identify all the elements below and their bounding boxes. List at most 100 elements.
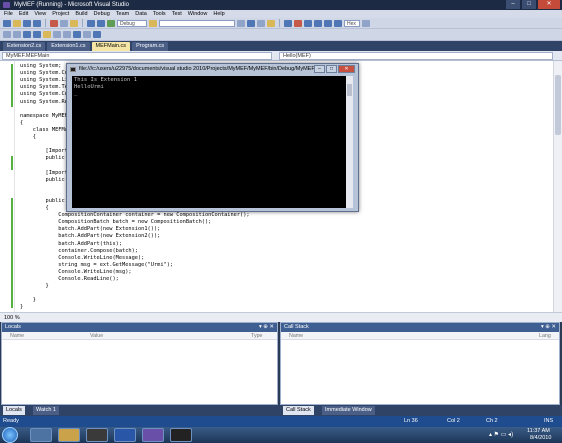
tab-extension1[interactable]: Extension1.cs bbox=[47, 42, 90, 51]
code-line: container.Compose(batch); bbox=[20, 247, 138, 254]
code-line: using System.Re bbox=[20, 98, 68, 105]
maximize-button[interactable]: □ bbox=[522, 0, 536, 9]
tab-locals[interactable]: Locals bbox=[3, 406, 25, 415]
cut-icon[interactable] bbox=[50, 19, 58, 27]
start-debug-icon[interactable] bbox=[107, 19, 115, 27]
show-threads-icon[interactable] bbox=[83, 31, 91, 38]
copy-icon[interactable] bbox=[60, 19, 68, 27]
indent-icon[interactable] bbox=[23, 31, 31, 38]
config-dropdown[interactable]: Debug bbox=[117, 19, 147, 27]
solution-explorer-icon[interactable] bbox=[247, 19, 255, 27]
step-out-icon[interactable] bbox=[334, 19, 342, 27]
comment-icon[interactable] bbox=[3, 31, 11, 38]
tab-extension2[interactable]: Extension2.cs bbox=[3, 42, 46, 51]
menu-build[interactable]: Build bbox=[75, 11, 87, 17]
code-line: CompositionContainer container = new Com… bbox=[20, 212, 250, 219]
prev-bookmark-icon[interactable] bbox=[53, 31, 61, 38]
new-project-icon[interactable] bbox=[3, 19, 11, 27]
code-line: using System.Te bbox=[20, 84, 68, 91]
status-line: Ln 36 bbox=[404, 418, 418, 424]
ie-taskbar-icon[interactable] bbox=[30, 428, 52, 442]
paste-icon[interactable] bbox=[70, 19, 78, 27]
code-line: } bbox=[20, 297, 36, 304]
code-line: [Import bbox=[20, 148, 68, 155]
col-name[interactable]: Name bbox=[289, 332, 303, 340]
standard-toolbar: Debug Hex bbox=[0, 18, 562, 29]
code-line: namespace MyMEF bbox=[20, 112, 68, 119]
console-minimize-button[interactable]: – bbox=[314, 65, 325, 73]
stack-frame-icon[interactable] bbox=[93, 31, 101, 38]
next-bookmark-icon[interactable] bbox=[63, 31, 71, 38]
save-icon[interactable] bbox=[23, 19, 31, 27]
member-dropdown[interactable]: Hello(MEF) bbox=[279, 52, 553, 60]
menu-data[interactable]: Data bbox=[135, 11, 147, 17]
menu-help[interactable]: Help bbox=[213, 11, 224, 17]
outdent-icon[interactable] bbox=[33, 31, 41, 38]
visual-studio-taskbar-icon[interactable] bbox=[142, 428, 164, 442]
col-value[interactable]: Value bbox=[90, 332, 103, 340]
title-bar: MyMEF (Running) - Microsoft Visual Studi… bbox=[0, 0, 562, 10]
console-taskbar-icon[interactable] bbox=[170, 428, 192, 442]
find-icon[interactable] bbox=[237, 19, 245, 27]
bookmark-icon[interactable] bbox=[43, 31, 51, 38]
start-button[interactable] bbox=[2, 427, 18, 443]
console-maximize-button[interactable]: □ bbox=[326, 65, 337, 73]
tray-icons[interactable]: ▴ ⚑ ▭ ◂) bbox=[489, 431, 513, 438]
find-combo[interactable] bbox=[159, 19, 235, 27]
type-dropdown[interactable]: MyMEF.MEFMain bbox=[2, 52, 272, 60]
tab-watch1[interactable]: Watch 1 bbox=[33, 406, 59, 415]
menu-file[interactable]: File bbox=[4, 11, 13, 17]
tab-call-stack[interactable]: Call Stack bbox=[283, 406, 314, 415]
platform-icon[interactable] bbox=[149, 19, 157, 27]
stop-icon[interactable] bbox=[294, 19, 302, 27]
undo-icon[interactable] bbox=[87, 19, 95, 27]
col-lang[interactable]: Lang bbox=[539, 332, 551, 340]
col-name[interactable]: Name bbox=[10, 332, 24, 340]
console-output[interactable]: This Is Extension 1 HelloUrmi _ bbox=[72, 76, 348, 208]
toolbox-icon[interactable] bbox=[267, 19, 275, 27]
menu-debug[interactable]: Debug bbox=[94, 11, 110, 17]
status-char: Ch 2 bbox=[486, 418, 498, 424]
menu-project[interactable]: Project bbox=[52, 11, 69, 17]
menu-team[interactable]: Team bbox=[116, 11, 129, 17]
editor-vertical-scrollbar[interactable] bbox=[553, 61, 562, 312]
media-player-taskbar-icon[interactable] bbox=[86, 428, 108, 442]
continue-icon[interactable] bbox=[284, 19, 292, 27]
scroll-thumb[interactable] bbox=[555, 75, 561, 135]
tab-immediate[interactable]: Immediate Window bbox=[322, 406, 375, 415]
explorer-taskbar-icon[interactable] bbox=[58, 428, 80, 442]
redo-icon[interactable] bbox=[97, 19, 105, 27]
pin-icon[interactable]: ▾ ⊕ ✕ bbox=[259, 323, 274, 332]
close-button[interactable]: ✕ bbox=[538, 0, 560, 9]
col-type[interactable]: Type bbox=[251, 332, 262, 340]
step-over-icon[interactable] bbox=[324, 19, 332, 27]
save-all-icon[interactable] bbox=[33, 19, 41, 27]
code-line: public bbox=[20, 176, 68, 183]
properties-icon[interactable] bbox=[257, 19, 265, 27]
restart-icon[interactable] bbox=[304, 19, 312, 27]
tab-mefmain[interactable]: MEFMain.cs bbox=[91, 42, 131, 51]
word-taskbar-icon[interactable] bbox=[114, 428, 136, 442]
menu-bar: File Edit View Project Build Debug Team … bbox=[0, 10, 562, 18]
menu-tools[interactable]: Tools bbox=[153, 11, 166, 17]
menu-edit[interactable]: Edit bbox=[19, 11, 28, 17]
breakpoints-icon[interactable] bbox=[362, 19, 370, 27]
hex-toggle[interactable]: Hex bbox=[344, 19, 360, 27]
open-file-icon[interactable] bbox=[13, 19, 21, 27]
clock-time[interactable]: 11:37 AM bbox=[527, 428, 550, 434]
console-window[interactable]: file:///c:/users/u22975/documents/visual… bbox=[66, 63, 359, 212]
menu-test[interactable]: Test bbox=[172, 11, 182, 17]
menu-view[interactable]: View bbox=[34, 11, 46, 17]
minimize-button[interactable]: – bbox=[506, 0, 520, 9]
clear-bookmarks-icon[interactable] bbox=[73, 31, 81, 38]
pin-icon[interactable]: ▾ ⊕ ✕ bbox=[541, 323, 556, 332]
uncomment-icon[interactable] bbox=[13, 31, 21, 38]
menu-window[interactable]: Window bbox=[188, 11, 208, 17]
clock-date[interactable]: 8/4/2010 bbox=[530, 435, 551, 441]
locals-panel: Locals ▾ ⊕ ✕ Name Value Type bbox=[1, 322, 278, 405]
step-into-icon[interactable] bbox=[314, 19, 322, 27]
console-scrollbar[interactable] bbox=[346, 76, 353, 208]
zoom-level[interactable]: 100 % bbox=[4, 315, 20, 321]
tab-program[interactable]: Program.cs bbox=[132, 42, 169, 51]
console-close-button[interactable]: ✕ bbox=[338, 65, 355, 73]
